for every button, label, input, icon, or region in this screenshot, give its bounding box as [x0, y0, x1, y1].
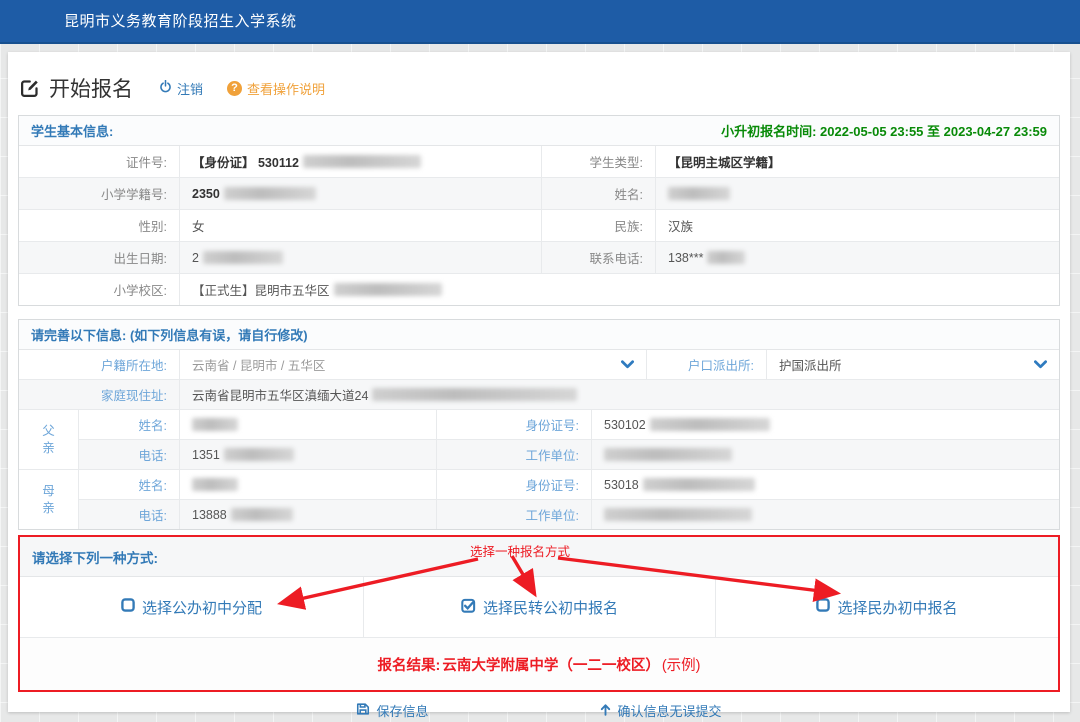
student-info-table: 学生基本信息: 小升初报名时间: 2022-05-05 23:55 至 2023…	[18, 115, 1060, 306]
mother-name-field[interactable]	[179, 470, 436, 499]
father-phone-field[interactable]: 1351	[179, 440, 436, 469]
choice-options-row: 选择公办初中分配 选择民转公初中报名	[20, 577, 1058, 637]
redacted-value	[203, 251, 283, 264]
main-card: 开始报名 注销 查看操作说明 学生基本信息: 小升初报名时间: 2022-05-…	[8, 52, 1070, 712]
home-address-field[interactable]: 云南省昆明市五华区滇缅大道24	[179, 380, 1059, 409]
redacted-value	[707, 251, 745, 264]
result-note: (示例)	[662, 654, 701, 675]
student-section-title: 学生基本信息:	[31, 121, 113, 140]
redacted-value	[192, 478, 238, 491]
mother-phone-field[interactable]: 13888	[179, 500, 436, 529]
choice-section-title: 请选择下列一种方式:	[32, 547, 158, 567]
mother-id-field[interactable]: 53018	[591, 470, 1059, 499]
father-work-field[interactable]	[591, 440, 1059, 469]
redacted-value	[604, 448, 732, 461]
father-group: 父亲 姓名: 身份证号: 530102 电话: 1351 工作单位:	[19, 409, 1059, 469]
redacted-value	[224, 187, 316, 200]
option-private-junior[interactable]: 选择民办初中报名	[816, 597, 957, 618]
father-id-field[interactable]: 530102	[591, 410, 1059, 439]
id-number-value: 【身份证】 530112	[179, 146, 541, 177]
app-title: 昆明市义务教育阶段招生入学系统	[64, 13, 297, 30]
ethnicity-value: 汉族	[655, 210, 1059, 241]
contact-phone-value: 138***	[655, 242, 1059, 273]
registration-deadline: 小升初报名时间: 2022-05-05 23:55 至 2023-04-27 2…	[721, 121, 1047, 140]
complete-info-table: 请完善以下信息: (如下列信息有误，请自行修改) 户籍所在地: 云南省 / 昆明…	[18, 319, 1060, 530]
table-row: 电话: 1351 工作单位:	[79, 439, 1059, 469]
redacted-value	[303, 155, 421, 168]
submit-button[interactable]: 确认信息无误提交	[599, 701, 722, 720]
save-button[interactable]: 保存信息	[356, 701, 428, 720]
edit-square-icon	[20, 78, 40, 98]
complete-section-title: 请完善以下信息: (如下列信息有误，请自行修改)	[31, 325, 308, 344]
arrow-up-icon	[599, 703, 612, 719]
mother-work-field[interactable]	[591, 500, 1059, 529]
mother-group: 母亲 姓名: 身份证号: 53018 电话: 13888 工作单位:	[19, 469, 1059, 529]
heading-row: 开始报名 注销 查看操作说明	[8, 52, 1070, 115]
redacted-value	[604, 508, 752, 521]
table-row: 户籍所在地: 云南省 / 昆明市 / 五华区 户口派出所: 护国派出所	[19, 350, 1059, 379]
school-id-value: 2350	[179, 178, 541, 209]
mother-group-label: 母亲	[19, 470, 79, 529]
primary-school-value: 【正式生】昆明市五华区	[179, 274, 1059, 305]
table-row: 电话: 13888 工作单位:	[79, 499, 1059, 529]
power-icon	[159, 80, 172, 96]
father-name-field[interactable]	[179, 410, 436, 439]
complete-info-header: 请完善以下信息: (如下列信息有误，请自行修改)	[19, 320, 1059, 350]
choice-annotation: 选择一种报名方式	[470, 541, 570, 560]
save-icon	[356, 702, 370, 719]
option-private-to-public-junior[interactable]: 选择民转公初中报名	[461, 597, 618, 618]
redacted-value	[334, 283, 442, 296]
question-circle-icon	[227, 81, 242, 96]
redacted-value	[668, 187, 730, 200]
registration-result-row: 报名结果: 云南大学附属中学（一二一校区） (示例)	[20, 637, 1058, 690]
logout-button[interactable]: 注销	[159, 79, 203, 98]
student-name-value	[655, 178, 1059, 209]
result-label: 报名结果:	[377, 654, 440, 675]
option-public-junior-allocation[interactable]: 选择公办初中分配	[121, 597, 262, 618]
footer-actions: 保存信息 确认信息无误提交	[8, 701, 1070, 720]
result-school: 云南大学附属中学（一二一校区）	[442, 654, 660, 675]
redacted-value	[224, 448, 294, 461]
table-row: 小学校区: 【正式生】昆明市五华区	[19, 273, 1059, 305]
table-row: 小学学籍号: 2350 姓名:	[19, 177, 1059, 209]
student-info-header: 学生基本信息: 小升初报名时间: 2022-05-05 23:55 至 2023…	[19, 116, 1059, 146]
table-row: 性别: 女 民族: 汉族	[19, 209, 1059, 241]
table-row: 姓名: 身份证号: 530102	[79, 410, 1059, 439]
page-title: 开始报名	[20, 73, 133, 103]
app-title-bar: 昆明市义务教育阶段招生入学系统	[0, 0, 1080, 44]
redacted-value	[231, 508, 293, 521]
enrollment-page: { "theme": { "topbar": "#1e5ca6", "accen…	[0, 0, 1080, 722]
chevron-down-icon	[1034, 360, 1047, 369]
checkbox-unchecked-icon	[121, 598, 135, 616]
student-type-value: 【昆明主城区学籍】	[655, 146, 1059, 177]
police-station-select[interactable]: 护国派出所	[766, 350, 1059, 379]
table-row: 出生日期: 2 联系电话: 138***	[19, 241, 1059, 273]
gender-value: 女	[179, 210, 541, 241]
chevron-down-icon	[621, 360, 634, 369]
table-row: 姓名: 身份证号: 53018	[79, 470, 1059, 499]
redacted-value	[192, 418, 238, 431]
help-link[interactable]: 查看操作说明	[227, 79, 325, 98]
father-group-label: 父亲	[19, 410, 79, 469]
redacted-value	[650, 418, 770, 431]
checkbox-checked-icon	[461, 598, 476, 617]
residence-select[interactable]: 云南省 / 昆明市 / 五华区	[179, 350, 646, 379]
table-row: 证件号: 【身份证】 530112 学生类型: 【昆明主城区学籍】	[19, 146, 1059, 177]
table-row: 家庭现住址: 云南省昆明市五华区滇缅大道24	[19, 379, 1059, 409]
redacted-value	[372, 388, 577, 401]
redacted-value	[643, 478, 755, 491]
birthdate-value: 2	[179, 242, 541, 273]
registration-choice-box: 选择一种报名方式 请选择下列一种方式: 选择公办初中分配	[18, 535, 1060, 692]
checkbox-unchecked-icon	[816, 598, 830, 616]
